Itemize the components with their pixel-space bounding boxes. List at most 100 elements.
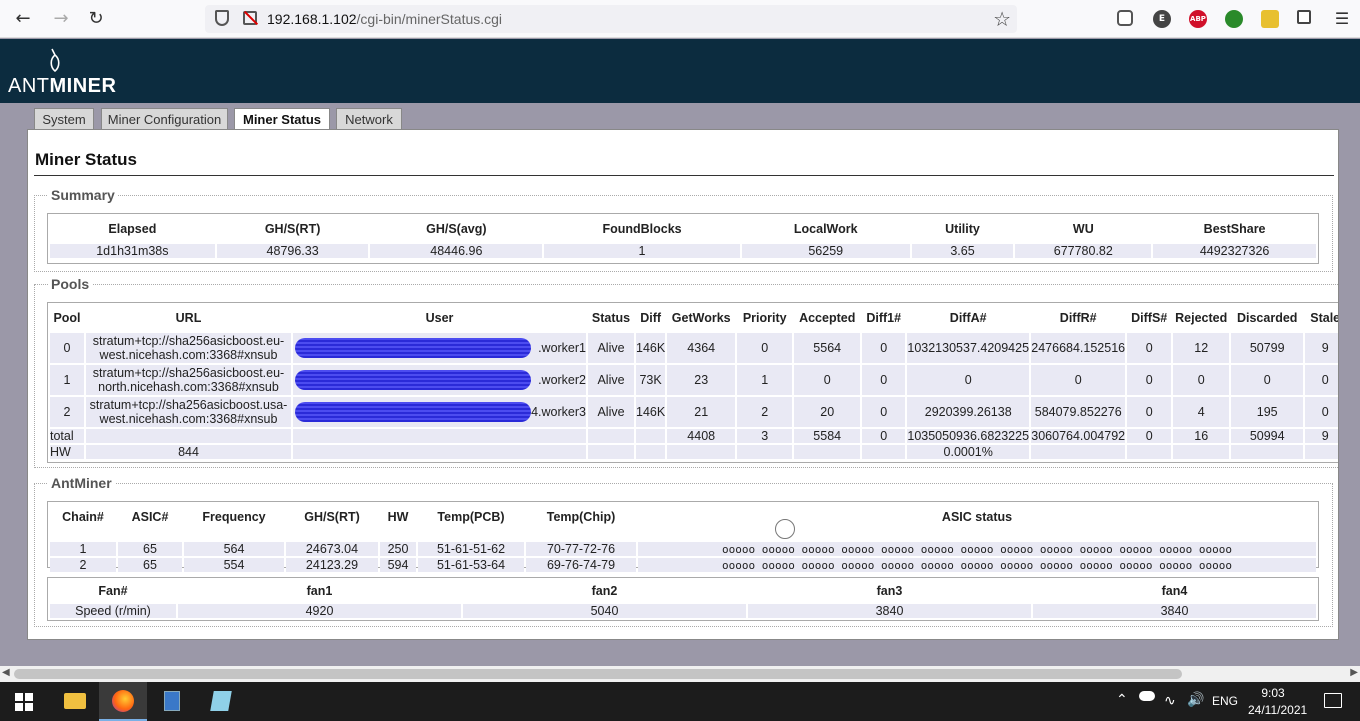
file-explorer-icon[interactable] (50, 682, 98, 721)
pool-diff1: 0 (862, 333, 906, 363)
redaction-scribble (295, 338, 531, 358)
tab-miner-configuration[interactable]: Miner Configuration (101, 108, 228, 130)
summary-elapsed: 1d1h31m38s (50, 244, 215, 258)
address-bar[interactable]: 192.168.1.102/cgi-bin/minerStatus.cgi ☆ (205, 5, 1017, 33)
bookmark-star-icon[interactable]: ☆ (993, 7, 1011, 31)
fan4-speed: 3840 (1033, 604, 1316, 618)
scroll-right-icon[interactable]: ▶ (1350, 667, 1358, 678)
pool-url: stratum+tcp://sha256asicboost.eu-north.n… (86, 365, 291, 395)
chain-temp-chip: 70-77-72-76 (526, 542, 636, 556)
scroll-left-icon[interactable]: ◀ (2, 667, 10, 678)
pools-header: Priority (742, 311, 787, 325)
summary-utility: 3.65 (911, 244, 1014, 258)
pools-header: Diff1# (866, 311, 902, 325)
wifi-icon[interactable]: ∿ (1164, 692, 1176, 709)
scrollbar-thumb[interactable] (14, 669, 1182, 679)
pool-diffa: 0 (907, 365, 1030, 395)
summary-header: GH/S(RT) (264, 222, 321, 236)
pool-url-line1: stratum+tcp://sha256asicboost.eu- (92, 366, 285, 380)
url-text[interactable]: 192.168.1.102/cgi-bin/minerStatus.cgi (267, 11, 502, 27)
pool-getworks: 23 (667, 365, 736, 395)
chain-row: 1 65 564 24673.04 250 51-61-51-62 70-77-… (50, 542, 1316, 556)
summary-header: Utility (945, 222, 980, 236)
notifications-icon[interactable] (1324, 693, 1342, 708)
pool-getworks: 4364 (667, 333, 736, 363)
pool-user-text: .worker1 (538, 341, 586, 355)
pool-stale: 0 (1305, 365, 1338, 395)
empty-cell (588, 429, 634, 443)
summary-table-box: Elapsed GH/S(RT) GH/S(avg) FoundBlocks L… (47, 213, 1319, 264)
empty-cell (636, 445, 666, 459)
pocket-icon[interactable] (1117, 10, 1133, 26)
empty-cell (636, 429, 666, 443)
pool-status: Alive (588, 365, 634, 395)
pool-diff: 73K (636, 365, 666, 395)
summary-header: LocalWork (793, 222, 858, 236)
empty-cell (86, 429, 291, 443)
summary-best-share: 4492327326 (1153, 244, 1316, 258)
reload-icon[interactable]: ↻ (85, 8, 107, 30)
language-indicator[interactable]: ENG (1212, 694, 1238, 708)
pool-hw-row: HW 844 0.0001% (50, 445, 1338, 459)
chain-number: 2 (50, 558, 116, 572)
fans-table-box: Fan# fan1 fan2 fan3 fan4 Speed (r/min) 4… (47, 577, 1319, 621)
antminer-logo: ANTMINER (8, 75, 116, 98)
fans-table: Fan# fan1 fan2 fan3 fan4 Speed (r/min) 4… (48, 578, 1318, 620)
notepad-icon[interactable] (197, 682, 245, 721)
tab-network[interactable]: Network (336, 108, 402, 130)
pool-priority: 0 (737, 333, 793, 363)
antminer-legend: AntMiner (48, 475, 115, 491)
pool-index: 1 (50, 365, 84, 395)
chain-row: 2 65 554 24123.29 594 51-61-53-64 69-76-… (50, 558, 1316, 572)
onedrive-cloud-icon[interactable] (1139, 691, 1155, 701)
back-icon[interactable]: ← (12, 8, 34, 30)
firefox-icon[interactable] (99, 682, 147, 721)
pools-header: DiffS# (1131, 311, 1168, 325)
pool-diffr: 0 (1031, 365, 1126, 395)
pools-header: DiffR# (1059, 311, 1097, 325)
adblock-icon[interactable]: ABP (1189, 10, 1207, 28)
url-host: 192.168.1.102 (267, 11, 357, 27)
pool-total-row: total 4408 3 5584 0 1035050936.6823225 3… (50, 429, 1338, 443)
forward-icon[interactable]: → (50, 8, 72, 30)
tab-system[interactable]: System (34, 108, 94, 130)
system-clock[interactable]: 9:03 24/11/2021 (1248, 685, 1307, 719)
pools-table-box: Pool URL User Status Diff GetWorks Prior… (47, 302, 1338, 463)
tray-chevron-icon[interactable]: ⌃ (1116, 691, 1128, 708)
fans-header: fan3 (876, 584, 903, 598)
chain-number: 1 (50, 542, 116, 556)
tab-miner-status[interactable]: Miner Status (234, 108, 330, 131)
chains-header: Temp(Chip) (546, 510, 616, 524)
total-priority: 3 (737, 429, 793, 443)
chains-header: HW (387, 510, 409, 524)
summary-found-blocks: 1 (544, 244, 740, 258)
tracking-shield-icon[interactable] (215, 10, 229, 26)
pool-discarded: 50799 (1231, 333, 1304, 363)
volume-icon[interactable]: 🔊 (1187, 691, 1204, 708)
pool-diffs: 0 (1127, 397, 1172, 427)
broom-extension-icon[interactable] (1261, 10, 1279, 28)
summary-header: FoundBlocks (602, 222, 682, 236)
menu-icon[interactable]: ☰ (1331, 8, 1353, 30)
logo-miner-text: MINER (49, 75, 117, 97)
busy-cursor-icon (775, 519, 795, 539)
chain-temp-pcb: 51-61-51-62 (418, 542, 524, 556)
extension-e-icon[interactable]: E (1153, 10, 1171, 28)
browser-toolbar: ← → ↻ 192.168.1.102/cgi-bin/minerStatus.… (0, 0, 1360, 38)
total-diff1: 0 (862, 429, 906, 443)
calculator-icon[interactable] (148, 682, 196, 721)
windows-start-icon[interactable] (15, 693, 33, 711)
chains-header: Temp(PCB) (437, 510, 505, 524)
hw-label: HW (50, 445, 84, 459)
globe-extension-icon[interactable] (1225, 10, 1243, 28)
pools-table: Pool URL User Status Diff GetWorks Prior… (48, 303, 1338, 461)
total-stale: 9 (1305, 429, 1338, 443)
antminer-section: AntMiner Chain# ASIC# Frequency GH/S(RT)… (34, 475, 1333, 627)
horizontal-scrollbar[interactable]: ◀ ▶ (0, 666, 1360, 682)
qr-code-icon[interactable] (1297, 10, 1311, 24)
pool-diffs: 0 (1127, 333, 1172, 363)
insecure-lock-icon[interactable] (243, 11, 257, 25)
pools-section: Pools Pool URL User Status Diff GetWorks… (34, 276, 1338, 468)
pool-row: 0 stratum+tcp://sha256asicboost.eu-west.… (50, 333, 1338, 363)
page-title: Miner Status (35, 150, 138, 169)
